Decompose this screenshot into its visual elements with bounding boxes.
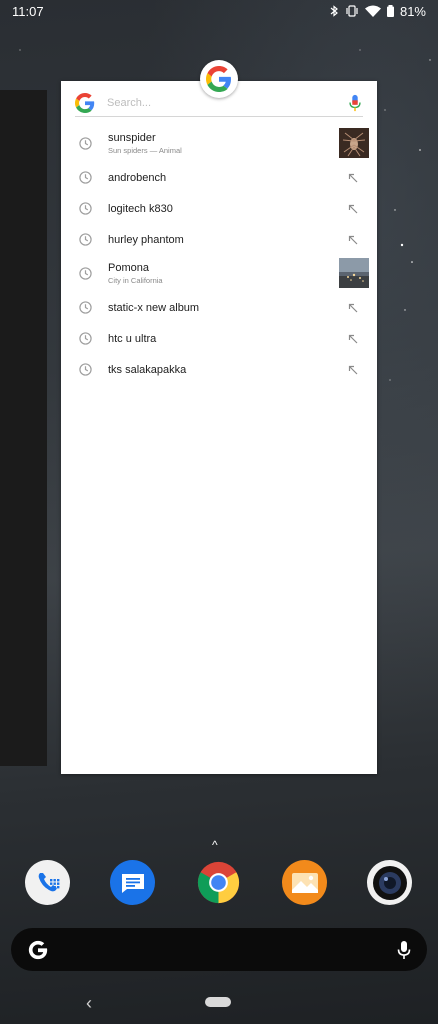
history-clock-icon <box>79 233 92 246</box>
suggestion-item[interactable]: tks salakapakka <box>61 354 377 385</box>
gallery-icon[interactable] <box>282 860 327 905</box>
chrome-icon[interactable] <box>196 860 241 905</box>
status-time: 11:07 <box>12 3 44 19</box>
microphone-icon[interactable] <box>397 940 411 960</box>
fill-query-arrow-icon[interactable] <box>348 204 358 214</box>
history-clock-icon <box>79 332 92 345</box>
messages-icon[interactable] <box>110 860 155 905</box>
search-input[interactable] <box>107 96 347 109</box>
suggestion-item[interactable]: hurley phantom <box>61 224 377 255</box>
back-button[interactable]: ‹ <box>86 993 92 1014</box>
suggestion-title: static-x new album <box>108 301 200 314</box>
bluetooth-icon <box>330 5 338 17</box>
history-clock-icon <box>79 137 92 150</box>
suggestion-subtitle: City in California <box>108 276 163 285</box>
suggestion-title: logitech k830 <box>108 202 173 215</box>
fill-query-arrow-icon[interactable] <box>348 173 358 183</box>
suggestion-title: hurley phantom <box>108 233 184 246</box>
fill-query-arrow-icon[interactable] <box>348 365 358 375</box>
suggestion-item[interactable]: htc u ultra <box>61 323 377 354</box>
pomona-thumbnail <box>339 258 369 288</box>
history-clock-icon <box>79 301 92 314</box>
fill-query-arrow-icon[interactable] <box>348 334 358 344</box>
google-g-icon[interactable] <box>27 939 49 961</box>
google-logo-icon <box>75 92 95 113</box>
fill-query-arrow-icon[interactable] <box>348 303 358 313</box>
suggestion-title: androbench <box>108 171 167 184</box>
sunspider-thumbnail <box>339 128 369 158</box>
suggestion-item[interactable]: androbench <box>61 162 377 193</box>
suggestion-item[interactable]: logitech k830 <box>61 193 377 224</box>
phone-icon[interactable] <box>25 860 70 905</box>
suggestion-item[interactable]: static-x new album <box>61 292 377 323</box>
google-app-badge[interactable] <box>200 60 238 98</box>
microphone-icon[interactable] <box>347 94 363 112</box>
suggestion-item[interactable]: sunspider Sun spiders — Animal <box>61 125 377 162</box>
suggestion-subtitle: Sun spiders — Animal <box>108 146 182 155</box>
app-drawer-caret-icon[interactable]: ^ <box>212 838 218 852</box>
recent-app-card-left[interactable] <box>0 90 47 766</box>
fill-query-arrow-icon[interactable] <box>348 235 358 245</box>
home-pill-button[interactable] <box>205 997 231 1007</box>
suggestion-title: Pomona <box>108 262 149 274</box>
suggestion-title: sunspider <box>108 132 156 144</box>
battery-percent: 81% <box>399 3 426 19</box>
history-clock-icon <box>79 363 92 376</box>
home-search-bar[interactable] <box>11 928 427 971</box>
history-clock-icon <box>79 202 92 215</box>
suggestion-title: tks salakapakka <box>108 363 187 376</box>
history-clock-icon <box>79 267 92 280</box>
status-bar: 11:07 81% <box>0 0 438 22</box>
vibrate-icon <box>346 5 358 17</box>
suggestion-item[interactable]: Pomona City in California <box>61 255 377 292</box>
google-logo-icon <box>206 66 231 92</box>
history-clock-icon <box>79 171 92 184</box>
google-search-card[interactable]: sunspider Sun spiders — Animal androbenc… <box>61 81 377 774</box>
battery-icon <box>386 5 394 17</box>
camera-icon[interactable] <box>367 860 412 905</box>
suggestion-list: sunspider Sun spiders — Animal androbenc… <box>61 125 377 385</box>
suggestion-title: htc u ultra <box>108 332 157 345</box>
wifi-icon <box>364 5 381 17</box>
